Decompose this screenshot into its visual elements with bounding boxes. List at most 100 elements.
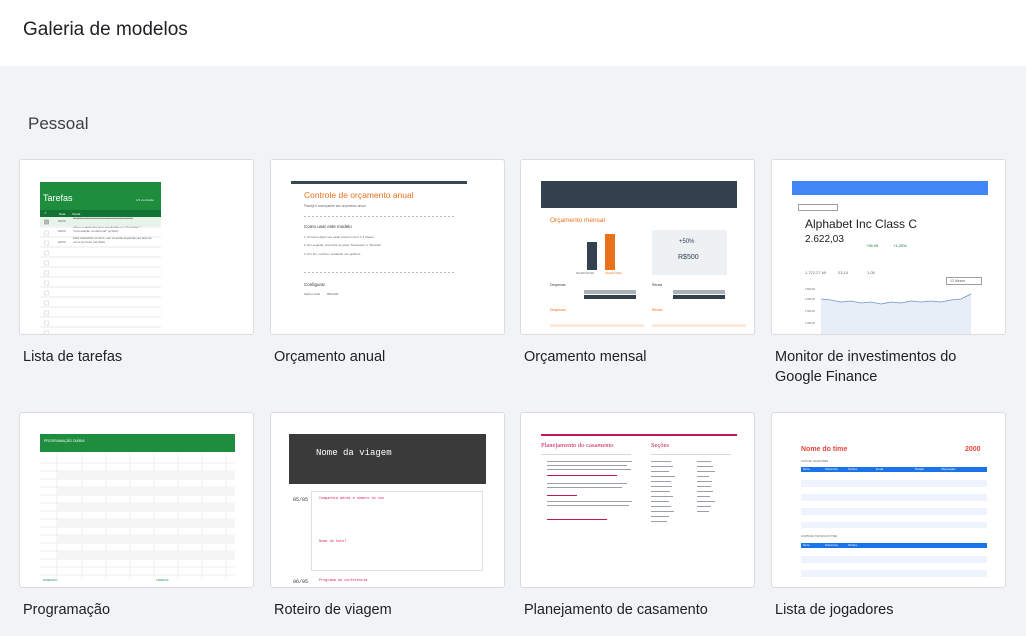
- thumb-item: Programa da conferência: [319, 579, 368, 583]
- thumb-header-band: [541, 181, 737, 208]
- schedule-grid: [40, 453, 235, 579]
- renda-bar: [673, 295, 725, 299]
- thumb-step: 2. Em seguida, preencha as guias "Despes…: [304, 243, 383, 247]
- col-header: Telefone: [848, 468, 858, 471]
- thumb-item: Nome do hotel: [319, 540, 347, 544]
- thumb-step: 1. Primeiro digite seu saldo inicial no …: [304, 235, 375, 239]
- template-thumbnail[interactable]: Nome da viagem 05/05 Companhia aérea e n…: [270, 412, 505, 588]
- y-tick: 1.000,00: [805, 322, 815, 325]
- thumb-title: PROGRAMAÇÃO DIÁRIA: [44, 439, 85, 443]
- table-row-highlight: [652, 324, 746, 327]
- col-date: Data: [59, 212, 66, 216]
- thumb-title: Tarefas: [43, 193, 73, 203]
- divider: [651, 454, 731, 455]
- staff-rows: [801, 556, 987, 577]
- thumb-saldo-label: Saldo inicial: [304, 292, 321, 296]
- template-label[interactable]: Lista de jogadores: [775, 600, 1007, 620]
- thumb-despesas: Despesas: [550, 283, 566, 287]
- y-tick: 2.500,00: [805, 288, 815, 291]
- template-thumbnail[interactable]: Tarefas 1/3 concluída ✓ Data Tarefa 00/0…: [19, 159, 254, 335]
- y-tick: 1.500,00: [805, 310, 815, 313]
- col-header: Sobrenome: [825, 468, 838, 471]
- template-thumbnail[interactable]: Controle de orçamento anual Planeje e ac…: [270, 159, 505, 335]
- divider: [304, 216, 454, 217]
- itinerary-box: [311, 491, 483, 571]
- thumb-counter: 1/3 concluída: [136, 198, 154, 202]
- col-done: ✓: [44, 211, 47, 215]
- table-despesas: Despesas: [550, 308, 566, 312]
- template-thumbnail[interactable]: Planejamento do casamento Seções: [520, 412, 755, 588]
- col-header: E-mail: [876, 468, 884, 471]
- period-select: 12 Meses: [946, 277, 982, 285]
- summary-box: +50% R$500: [652, 230, 727, 275]
- template-label[interactable]: Roteiro de viagem: [274, 600, 506, 620]
- renda-bar: [673, 290, 725, 294]
- thumb-howto: Como usar este modelo: [304, 224, 352, 229]
- balance-bar-chart: [587, 234, 615, 270]
- template-label[interactable]: Planejamento de casamento: [524, 600, 756, 620]
- thumb-top-rule: [541, 434, 737, 436]
- thumb-footer-right: TAREFAS: [156, 578, 169, 582]
- thumb-footer-left: DIVERSÃO: [43, 578, 58, 582]
- todo-header: Tarefas 1/3 concluída: [40, 182, 161, 210]
- thumb-step: 3. Por fim, confira o resultado nos gráf…: [304, 252, 362, 256]
- col-header: Posição: [915, 468, 924, 471]
- thumb-renda: Renda: [652, 283, 663, 287]
- template-label[interactable]: Orçamento anual: [274, 347, 506, 367]
- summary-value: R$500: [678, 254, 699, 261]
- template-thumbnail[interactable]: Alphabet Inc Class C 2.622,03 +36,95 +1,…: [771, 159, 1006, 335]
- thumb-date: 05/05: [293, 497, 309, 503]
- template-label[interactable]: Programação: [23, 600, 255, 620]
- divider: [541, 454, 631, 455]
- thumb-sections: Seções: [651, 442, 670, 449]
- page-title: Galeria de modelos: [23, 19, 188, 40]
- todo-checkbox-grid: [40, 219, 161, 334]
- thumb-price: 2.622,03: [805, 234, 844, 245]
- roster-rows: [801, 480, 987, 528]
- wedding-text-lines: [547, 461, 715, 522]
- template-label[interactable]: Monitor de investimentos do Google Finan…: [775, 347, 1007, 387]
- col-header: Observações: [941, 468, 956, 471]
- thumb-subtitle: LISTA DE JOGADORES: [801, 460, 829, 463]
- thumb-title: Controle de orçamento anual: [304, 190, 414, 200]
- template-label[interactable]: Orçamento mensal: [524, 347, 756, 367]
- thumb-market-cap: 1.722,27 Mi: [805, 270, 826, 275]
- thumb-change-abs: +36,95: [866, 243, 879, 248]
- thumb-change-pct: +1,43%: [893, 243, 907, 248]
- template-thumbnail[interactable]: Nome do time 2000 LISTA DE JOGADORES Nom…: [771, 412, 1006, 588]
- table-renda: Renda: [652, 308, 663, 312]
- thumb-top-rule: [291, 181, 467, 184]
- thumb-title: Orçamento mensal: [550, 217, 605, 224]
- col-header: Telefone: [848, 544, 858, 547]
- thumb-saldo-value: R$0,000: [327, 292, 339, 296]
- thumb-company: Alphabet Inc Class C: [805, 217, 918, 231]
- section-title: Pessoal: [28, 114, 89, 133]
- template-label[interactable]: Lista de tarefas: [23, 347, 255, 367]
- price-line-chart: [821, 293, 971, 334]
- thumb-item: Companhia aérea e número do voo: [319, 497, 385, 501]
- thumb-header-band: Nome da viagem: [289, 434, 486, 484]
- col-header: Sobrenome: [825, 544, 838, 547]
- thumb-year: 2000: [965, 446, 981, 453]
- col-header: Nome: [803, 544, 810, 547]
- thumb-pe: 23,14: [838, 270, 849, 275]
- saldo-inicial: SALDO INICIAL: [576, 272, 595, 275]
- thumb-header-band: [792, 181, 988, 195]
- thumb-header-band: PROGRAMAÇÃO DIÁRIA: [40, 434, 235, 452]
- table-row-highlight: [550, 324, 644, 327]
- template-thumbnail[interactable]: PROGRAMAÇÃO DIÁRIA DIVERSÃO TAREFAS: [19, 412, 254, 588]
- thumb-beta: 1,05: [867, 270, 875, 275]
- despesas-bar: [584, 295, 636, 299]
- thumb-title: Nome da viagem: [316, 448, 392, 458]
- divider: [304, 272, 454, 273]
- y-tick: 2.000,00: [805, 298, 815, 301]
- thumb-title: Nome do time: [801, 446, 848, 453]
- saldo-final: SALDO FINAL: [605, 272, 622, 275]
- col-header: Nome: [803, 468, 810, 471]
- thumb-date: 06/05: [293, 579, 309, 585]
- ticker-box: [798, 204, 838, 211]
- period-label: 12 Meses: [950, 279, 966, 283]
- template-thumbnail[interactable]: Orçamento mensal SALDO INICIAL SALDO FIN…: [520, 159, 755, 335]
- thumb-title: Planejamento do casamento: [541, 442, 614, 449]
- thumb-subtitle-2: COMISSÃO TÉCNICA DO TIME: [801, 535, 838, 538]
